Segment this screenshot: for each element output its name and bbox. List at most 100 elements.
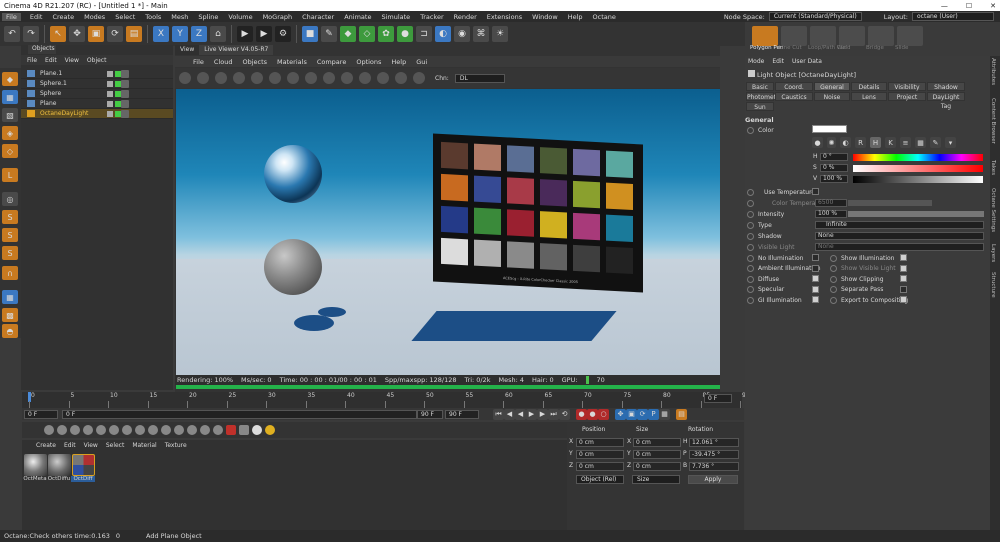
material-swatch-octdiff[interactable] bbox=[72, 454, 95, 476]
mat-menu-edit[interactable]: Edit bbox=[64, 442, 76, 449]
snap-icon-1[interactable]: S bbox=[2, 210, 18, 224]
lock-icon[interactable] bbox=[251, 72, 263, 84]
next-key-icon[interactable]: ▶ bbox=[537, 408, 548, 420]
settings-icon[interactable] bbox=[269, 72, 281, 84]
keyframe-dot[interactable] bbox=[830, 286, 837, 293]
node-space-dropdown[interactable]: Current (Standard/Physical) bbox=[768, 12, 862, 21]
light-icon[interactable]: ◐ bbox=[435, 26, 451, 42]
film-region-icon[interactable] bbox=[377, 72, 389, 84]
keyframe-dot[interactable] bbox=[830, 296, 837, 304]
model-mode-icon[interactable]: ▦ bbox=[2, 90, 18, 104]
mesh-tool-icon[interactable] bbox=[868, 26, 894, 46]
rotation-field[interactable]: 7.736 ° bbox=[689, 462, 739, 471]
position-field[interactable]: 0 cm bbox=[576, 450, 624, 459]
enable-snap-icon[interactable]: ◎ bbox=[2, 192, 18, 206]
close-icon[interactable]: ✕ bbox=[990, 2, 996, 10]
mesh-tool-icon[interactable] bbox=[897, 26, 923, 46]
obj-menu-view[interactable]: View bbox=[65, 57, 79, 64]
sphere-preview-icon[interactable] bbox=[287, 72, 299, 84]
attr-menu-edit[interactable]: Edit bbox=[772, 58, 784, 65]
viewer-menu-options[interactable]: Options bbox=[356, 58, 381, 66]
camera-icon[interactable]: ◉ bbox=[454, 26, 470, 42]
environment-icon[interactable]: ● bbox=[397, 26, 413, 42]
viewer-menu-cloud[interactable]: Cloud bbox=[214, 58, 233, 66]
material-preview-icon[interactable] bbox=[200, 425, 210, 435]
attr-tab-basic[interactable]: Basic bbox=[746, 82, 774, 91]
magnet-icon[interactable]: ∩ bbox=[2, 266, 18, 280]
rgb-icon[interactable]: R bbox=[855, 137, 866, 148]
layout-dropdown[interactable]: octane (User) bbox=[912, 12, 994, 21]
swatches-icon[interactable]: ▦ bbox=[915, 137, 926, 148]
maximize-icon[interactable]: ☐ bbox=[966, 2, 972, 10]
autokey-icon[interactable]: ● bbox=[587, 408, 598, 420]
timeline-frame-field[interactable]: 0 F bbox=[704, 394, 732, 403]
hsv-slider[interactable] bbox=[853, 176, 983, 183]
hsv-field[interactable]: 100 % bbox=[820, 175, 848, 183]
tab-view[interactable]: View bbox=[175, 45, 200, 55]
material-swatch-octdiffu[interactable] bbox=[48, 454, 71, 476]
menu-volume[interactable]: Volume bbox=[227, 13, 253, 21]
menu-animate[interactable]: Animate bbox=[343, 13, 372, 21]
hsv-icon[interactable]: H bbox=[870, 137, 881, 148]
option-checkbox[interactable] bbox=[900, 296, 907, 303]
viewer-menu-materials[interactable]: Materials bbox=[277, 58, 307, 66]
octane-camera-icon[interactable]: ⌘ bbox=[473, 26, 489, 42]
rotate-icon[interactable]: ⟳ bbox=[107, 26, 123, 42]
start-frame-field[interactable]: 0 F bbox=[24, 409, 58, 419]
material-preview-icon[interactable] bbox=[83, 425, 93, 435]
keyframe-dot[interactable] bbox=[747, 265, 754, 272]
render-view[interactable]: ACEScg - X-Rite ColorChecker Classic 200… bbox=[176, 89, 720, 375]
menu-modes[interactable]: Modes bbox=[83, 13, 106, 21]
render-view-icon[interactable]: ▶ bbox=[237, 26, 253, 42]
points-mode-icon[interactable]: ◈ bbox=[2, 126, 18, 140]
subsampling-icon[interactable] bbox=[413, 72, 425, 84]
size-field[interactable]: 0 cm bbox=[633, 462, 681, 471]
menu-edit[interactable]: Edit bbox=[29, 13, 44, 21]
option-checkbox[interactable] bbox=[900, 275, 907, 282]
workplane-icon[interactable]: ▦ bbox=[2, 290, 18, 304]
pick-material-icon[interactable] bbox=[323, 72, 335, 84]
pen-icon[interactable]: ✎ bbox=[321, 26, 337, 42]
option-checkbox[interactable] bbox=[900, 254, 907, 261]
menu-octane[interactable]: Octane bbox=[592, 13, 617, 21]
camera-icon[interactable] bbox=[239, 425, 249, 435]
keyframe-dot[interactable] bbox=[747, 275, 754, 283]
z-axis-icon[interactable]: Z bbox=[191, 26, 207, 42]
snap-icon-3[interactable]: S bbox=[2, 246, 18, 260]
prev-key-icon[interactable]: ◀ bbox=[504, 408, 515, 420]
material-preview-icon[interactable] bbox=[174, 425, 184, 435]
material-preview-icon[interactable] bbox=[70, 425, 80, 435]
rotation-field[interactable]: 12.061 ° bbox=[689, 438, 739, 447]
scale-key-icon[interactable]: ▣ bbox=[626, 408, 637, 420]
visibility-toggle[interactable] bbox=[107, 70, 113, 77]
object-name[interactable]: Plane.1 bbox=[40, 70, 62, 77]
cube-icon[interactable]: ■ bbox=[302, 26, 318, 42]
menu-select[interactable]: Select bbox=[114, 13, 136, 21]
type-dropdown[interactable]: Infinite bbox=[815, 221, 984, 229]
visible-light-dropdown[interactable]: None bbox=[815, 243, 984, 251]
menu-tracker[interactable]: Tracker bbox=[419, 13, 444, 21]
mat-menu-select[interactable]: Select bbox=[106, 442, 125, 449]
play-back-icon[interactable]: ◀ bbox=[515, 408, 526, 420]
material-preview-icon[interactable] bbox=[161, 425, 171, 435]
material-swatch-octmeta[interactable] bbox=[24, 454, 47, 476]
coord-size-dropdown[interactable]: Size bbox=[632, 475, 680, 484]
undo-icon[interactable]: ↶ bbox=[4, 26, 20, 42]
end-frame-field[interactable]: 90 F bbox=[417, 409, 443, 419]
side-tab-attributes[interactable]: Attributes bbox=[990, 58, 996, 85]
redo-icon[interactable]: ↷ bbox=[23, 26, 39, 42]
material-tag-icon[interactable] bbox=[121, 109, 129, 118]
keyframe-dot[interactable] bbox=[747, 210, 754, 218]
rotation-key-icon[interactable]: ⟳ bbox=[637, 408, 648, 420]
attr-menu-mode[interactable]: Mode bbox=[748, 58, 764, 65]
rotation-field[interactable]: -39.475 ° bbox=[689, 450, 739, 459]
send-scene-icon[interactable] bbox=[179, 72, 191, 84]
keyframe-dot[interactable] bbox=[747, 232, 754, 240]
object-name[interactable]: Sphere.1 bbox=[40, 80, 67, 87]
visibility-toggle[interactable] bbox=[107, 110, 113, 117]
mat-menu-texture[interactable]: Texture bbox=[165, 442, 187, 449]
edges-mode-icon[interactable]: ◇ bbox=[2, 144, 18, 158]
attr-tab-coord[interactable]: Coord. bbox=[775, 82, 813, 91]
shadow-dropdown[interactable]: None bbox=[815, 232, 984, 240]
y-axis-icon[interactable]: Y bbox=[172, 26, 188, 42]
